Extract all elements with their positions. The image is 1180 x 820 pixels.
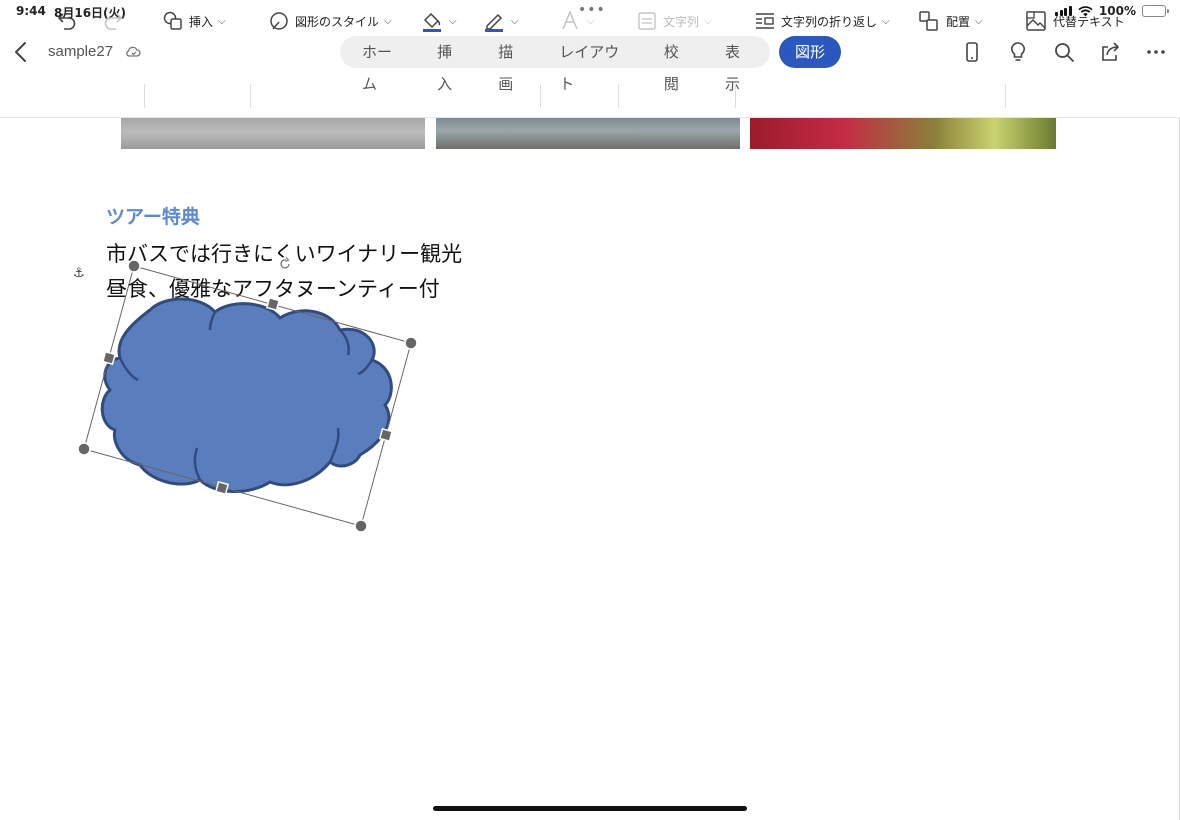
shapes-icon <box>163 11 182 30</box>
ribbon-divider <box>1005 84 1006 108</box>
top-actions <box>960 40 1168 64</box>
insert-label: 挿入 <box>189 14 214 29</box>
insert-shape-button[interactable]: 挿入 ⌵ <box>162 8 226 34</box>
fill-bucket-icon <box>423 12 441 32</box>
pen-icon <box>485 13 503 32</box>
alt-text-label: 代替テキスト <box>1053 14 1125 29</box>
ribbon-toolbar <box>0 76 1180 118</box>
chevron-down-icon: ⌵ <box>449 15 457 27</box>
chevron-down-icon: ⌵ <box>882 15 890 27</box>
resize-handle[interactable] <box>101 350 117 366</box>
resize-handle[interactable] <box>354 519 368 533</box>
tab-view[interactable]: 表示 <box>709 36 770 93</box>
tab-draw[interactable]: 描画 <box>482 36 543 93</box>
chevron-down-icon: ⌵ <box>587 15 595 27</box>
text-effects-button[interactable]: ⌵ <box>558 8 595 34</box>
ribbon-divider <box>540 84 541 108</box>
document-title[interactable]: sample27 <box>48 43 113 60</box>
undo-button[interactable] <box>55 8 79 34</box>
chevron-down-icon: ⌵ <box>218 15 226 27</box>
mobile-view-icon[interactable] <box>960 40 984 64</box>
text-wrap-button[interactable]: 文字列の折り返し ⌵ <box>754 8 890 34</box>
resize-handle[interactable] <box>77 442 91 456</box>
back-arrow-icon[interactable] <box>10 40 34 64</box>
anchor-icon[interactable]: ⚓ <box>73 266 85 281</box>
text-wrap-label: 文字列の折り返し <box>781 14 878 29</box>
share-icon[interactable] <box>1098 40 1122 64</box>
resize-handle[interactable] <box>127 259 141 273</box>
status-time: 9:44 <box>16 4 46 18</box>
photo-flowers[interactable] <box>750 118 1056 149</box>
ribbon-divider <box>250 84 251 108</box>
text-label: 文字列 <box>663 14 700 29</box>
cloud-shape[interactable] <box>100 297 393 493</box>
fill-color-button[interactable]: ⌵ <box>420 8 457 34</box>
tab-layout[interactable]: レイアウト <box>543 36 648 93</box>
alt-text-image-icon <box>1026 11 1046 31</box>
arrange-label: 配置 <box>946 14 971 29</box>
tab-review[interactable]: 校閲 <box>648 36 709 93</box>
text-effects-icon <box>562 10 578 30</box>
chevron-down-icon: ⌵ <box>975 15 983 27</box>
tab-shape[interactable]: 図形 <box>779 36 842 68</box>
resize-handle[interactable] <box>265 296 281 312</box>
shape-style-button[interactable]: 図形のスタイル ⌵ <box>268 8 392 34</box>
lightbulb-icon[interactable] <box>1006 40 1030 64</box>
tab-insert[interactable]: 挿入 <box>421 36 482 93</box>
chevron-down-icon: ⌵ <box>704 15 712 27</box>
text-wrap-icon <box>756 13 774 29</box>
redo-button[interactable] <box>101 8 125 34</box>
line-color-button[interactable]: ⌵ <box>482 8 519 34</box>
shape-style-label: 図形のスタイル <box>295 14 380 29</box>
redo-icon <box>104 13 122 30</box>
arrange-icon <box>919 11 938 31</box>
photo-fountain[interactable] <box>436 118 740 149</box>
resize-handle[interactable] <box>378 427 394 443</box>
section-heading[interactable]: ツアー特典 <box>106 202 200 229</box>
ribbon-tabs: ホーム 挿入 描画 レイアウト 校閲 表示 <box>340 36 770 93</box>
cloud-sync-icon <box>126 46 141 57</box>
title-bar: sample27 ホーム 挿入 描画 レイアウト 校閲 表示 図形 <box>0 30 1180 93</box>
text-direction-button[interactable]: 文字列 ⌵ <box>636 8 712 34</box>
arrange-button[interactable]: 配置 ⌵ <box>917 8 983 34</box>
ribbon-divider <box>144 84 145 108</box>
ribbon-divider <box>735 84 736 108</box>
chevron-down-icon: ⌵ <box>511 15 519 27</box>
undo-icon <box>58 13 76 30</box>
alt-text-button[interactable]: 代替テキスト <box>1024 8 1125 34</box>
home-indicator[interactable] <box>433 806 747 811</box>
resize-handle[interactable] <box>404 336 418 350</box>
shape-style-icon <box>270 12 288 30</box>
rotate-handle-icon[interactable] <box>278 257 292 271</box>
battery-icon <box>1142 5 1169 17</box>
tab-home[interactable]: ホーム <box>346 36 421 93</box>
photo-street[interactable] <box>121 118 425 149</box>
ribbon-divider <box>618 84 619 108</box>
search-icon[interactable] <box>1052 40 1076 64</box>
more-options-icon[interactable] <box>1144 40 1168 64</box>
text-box-icon <box>638 12 656 30</box>
chevron-down-icon: ⌵ <box>384 15 392 27</box>
resize-handle[interactable] <box>214 480 230 496</box>
